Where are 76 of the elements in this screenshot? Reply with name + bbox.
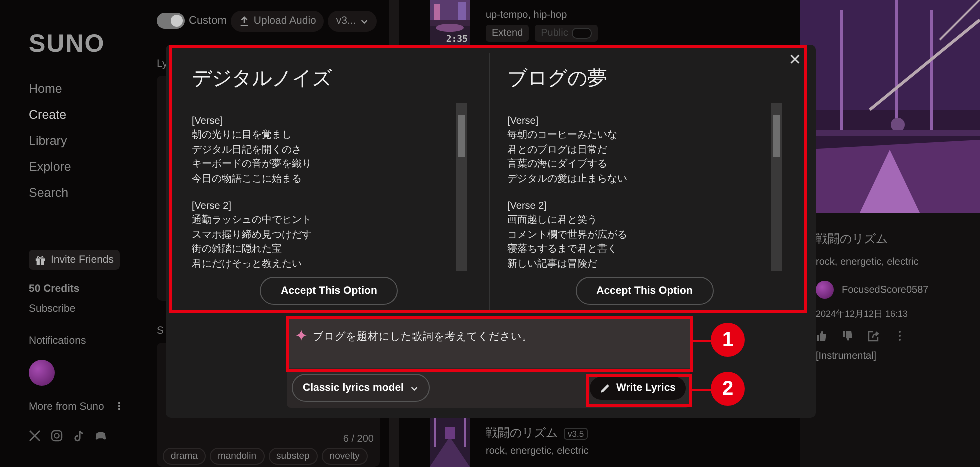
option-title: デジタルノイズ [192,65,334,91]
extend-button[interactable]: Extend [486,25,530,42]
style-tag[interactable]: substep [268,448,318,465]
nav-link[interactable]: Create [0,107,67,124]
upload-icon [238,16,250,26]
option-title: ブログの夢 [508,65,608,91]
more-menu-icon[interactable]: ⋮ [114,400,125,414]
lyric-line: [Verse 2] [508,200,548,214]
style-tag[interactable]: novelty [322,448,368,465]
upload-audio-button[interactable]: Upload Audio [230,10,324,32]
lyric-line: 朝の光りに目を覚まし [192,129,293,144]
song-thumbnail[interactable]: 2:35 [430,0,470,46]
lyric-line: 君にだけそっと教えたい [192,258,303,272]
thumbs-up-icon[interactable] [816,330,828,342]
write-lyrics-button[interactable]: Write Lyrics [590,376,686,400]
lyric-line: デジタルの愛は止まらない [508,172,628,187]
lyric-line: スマホ握り締め見つけだす [192,228,312,243]
user-avatar[interactable] [816,281,834,299]
music-note-icon[interactable] [73,430,85,442]
date-text: 2024年12月12日 16:13 [816,308,908,321]
custom-toggle[interactable] [157,13,185,29]
lyric-line: キーボードの音が夢を織り [192,158,312,172]
scrollbar[interactable] [771,103,782,271]
more-link[interactable]: More from Suno [29,400,104,414]
avatar[interactable] [29,360,55,386]
lyric-line: 街の雑踏に隠れた宝 [192,243,283,258]
lyric-line: 画面越しに君と笑う [508,214,598,228]
sparkle-icon [296,330,307,341]
nav-link[interactable]: Library [0,133,68,150]
accept-button[interactable]: Accept This Option [576,277,714,305]
song-title[interactable]: 戦闘のリズム [486,425,558,442]
lyric-line: デジタル日記を開くのさ [192,144,303,158]
lyric-line: [Verse 2] [192,200,232,214]
song-tags: up-tempo, hip-hop [486,10,598,21]
lyric-line: 新しい記事は冒険だ [508,258,598,272]
lyrics-text: [Instrumental] [816,351,877,362]
nav-link[interactable]: Search [0,185,69,202]
username[interactable]: FocusedScore0587 [842,284,929,296]
lyric-line: [Verse] [508,115,540,129]
lyric-line: 通勤ラッシュの中でヒント [192,214,312,228]
lyric-line: 毎朝のコーヒーみたいな [508,129,618,144]
lyric-line: 言葉の海にダイブする [508,158,608,172]
lyric-line: コメント欄で世界が広がる [508,228,628,243]
lyric-line: 君とのブログは日常だ [508,144,608,158]
thumbs-down-icon[interactable] [842,330,854,342]
song-tags: rock, energetic, electric [486,446,589,457]
logo[interactable]: SUNO [29,30,106,59]
version-dropdown[interactable]: v3... [328,10,378,32]
subscribe-link[interactable]: Subscribe [29,302,76,316]
style-tag[interactable]: mandolin [210,448,264,465]
accept-button[interactable]: Accept This Option [260,277,398,305]
nav-link[interactable]: Home [0,81,62,98]
song-tags: rock, energetic, electric [816,257,919,268]
prompt-field[interactable]: ブログを題材にした歌詞を考えてください。 [287,317,690,368]
lyric-line: 寝落ちするまで君と書く [508,243,618,258]
toggle-label: Custom [189,15,227,27]
nav-link[interactable]: Explore [0,159,72,176]
gift-icon [35,254,46,266]
invite-button[interactable]: Invite Friends [29,250,120,270]
lyric-line: [Verse] [192,115,224,129]
notifications-link[interactable]: Notifications [29,334,86,348]
close-button[interactable]: × [789,50,801,70]
character-counter: 6 / 200 [343,434,374,445]
credits-text: 50 Credits [29,282,80,296]
share-icon[interactable] [868,330,880,342]
song-title: 戦闘のリズム [816,231,888,248]
x-icon[interactable] [29,430,41,442]
camera-icon[interactable] [51,430,63,442]
scrollbar[interactable] [456,103,466,271]
duration-label: 2:35 [446,35,468,45]
pencil-icon [600,382,612,394]
version-badge: v3.5 [564,428,588,440]
section-label: S [157,325,164,337]
style-tag[interactable]: drama [163,448,206,465]
model-dropdown[interactable]: Classic lyrics model [292,374,430,402]
lyric-line: 今日の物語ここに始まる [192,172,303,187]
